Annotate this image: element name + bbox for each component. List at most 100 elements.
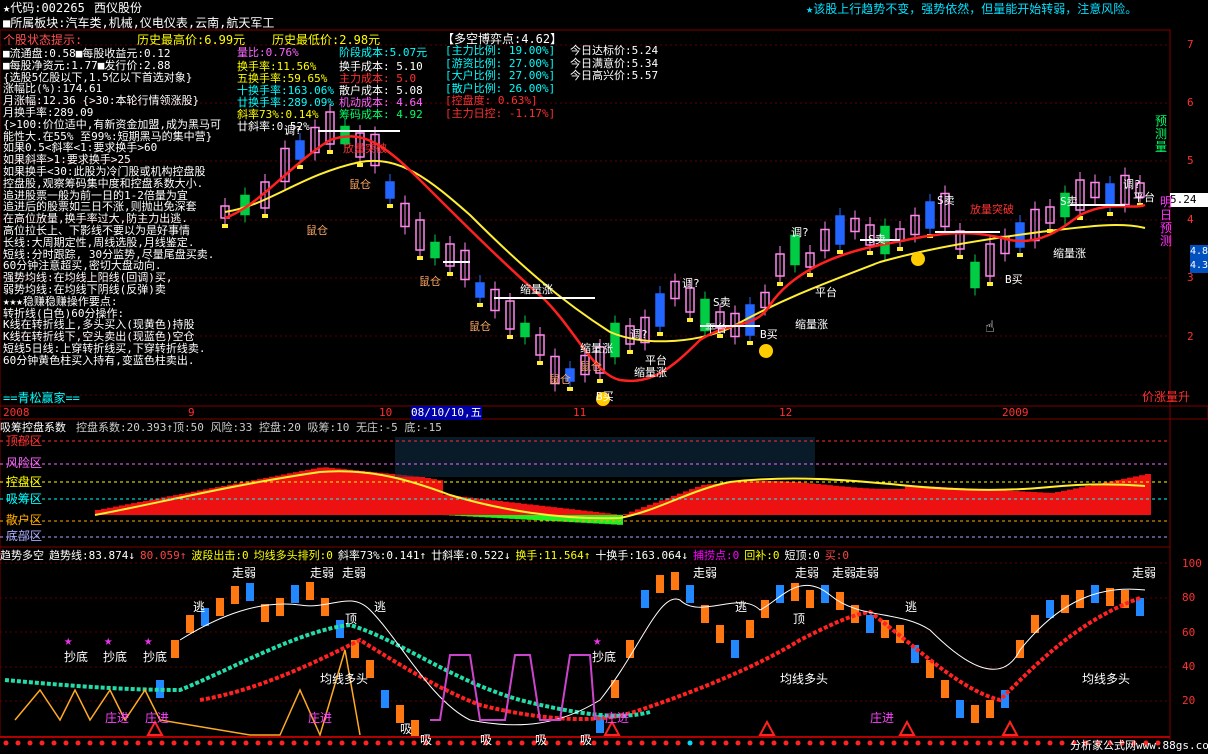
red-bar	[1031, 491, 1037, 515]
bottom-dot	[231, 740, 237, 746]
yellow-marker	[957, 255, 963, 259]
red-bar	[851, 487, 857, 515]
red-bar	[1067, 489, 1073, 515]
red-ma-line	[224, 135, 1146, 383]
info-line: {>100:价位适中,有新资金加盟,成为黑马可	[3, 117, 221, 131]
bottom-dot	[1047, 740, 1053, 746]
bottom-dot	[1011, 740, 1017, 746]
ratio-rows: [主力比例: 19.00%] [游资比例: 27.00%] [大户比例: 27.00…	[445, 44, 555, 120]
bottom-dot	[15, 740, 21, 746]
svg-text:★: ★	[64, 633, 73, 649]
red-bar	[839, 486, 845, 515]
panel3-y-tick: 60	[1182, 626, 1196, 639]
signal-label: 吸	[480, 733, 493, 747]
red-bar	[767, 481, 773, 515]
red-bar	[845, 486, 851, 515]
kline-annotation: 平台	[1133, 191, 1155, 204]
kline-annotation: 鼠仓	[549, 373, 571, 386]
red-bar	[599, 512, 605, 515]
red-bar	[917, 485, 923, 515]
red-bar	[1127, 477, 1133, 515]
green-bar	[533, 515, 539, 521]
red-bar	[575, 509, 581, 515]
trend-bar	[231, 586, 239, 604]
bottom-dot	[303, 740, 309, 746]
red-bar	[545, 506, 551, 515]
red-bar	[737, 481, 743, 515]
bottom-dot	[363, 740, 369, 746]
indicator-item: 趋势线:83.874↓	[49, 549, 135, 562]
candle-body	[1105, 183, 1115, 207]
red-bar	[995, 490, 1001, 515]
red-bar	[149, 499, 155, 515]
bottom-dot	[963, 740, 969, 746]
red-bar	[515, 503, 521, 515]
bottom-dot	[387, 740, 393, 746]
yellow-marker	[777, 282, 783, 286]
red-bar	[941, 487, 947, 515]
signal-label: 逃	[374, 600, 387, 614]
red-bar	[929, 486, 935, 515]
kline-annotation: 平台	[815, 286, 837, 299]
green-bar	[521, 515, 527, 520]
kline-annotation: 调?	[630, 328, 648, 341]
predict-volume: 预测量	[1155, 114, 1168, 154]
signal-label: 逃	[193, 600, 206, 614]
signal-label: 庄进	[105, 711, 130, 725]
red-bar	[1055, 492, 1061, 515]
bottom-dot	[927, 740, 933, 746]
signal-label: 抄底	[64, 650, 89, 664]
red-bar	[359, 470, 365, 515]
candle-body	[970, 261, 980, 289]
kline-annotation: 鼠仓	[419, 275, 441, 288]
red-bar	[1139, 475, 1145, 515]
bottom-dot	[699, 740, 705, 746]
trend-bar	[836, 592, 844, 610]
trend-bar	[671, 572, 679, 590]
green-bar	[611, 515, 617, 525]
x-tick-label: 2008	[3, 406, 30, 419]
red-bar	[983, 489, 989, 515]
trend-bar	[171, 640, 179, 658]
indicator-item: 斜率73%:0.141↑	[337, 549, 427, 562]
red-bar	[1109, 481, 1115, 515]
info-line: ★★★稳赚稳赚操作要点:	[3, 294, 118, 308]
panel3-y-tick: 20	[1182, 694, 1196, 707]
indicator-item: 趋势多空	[0, 549, 44, 562]
red-bar	[965, 488, 971, 515]
y-tick-label: 6	[1187, 96, 1194, 109]
bottom-dot	[267, 740, 273, 746]
panel3-y-tick: 40	[1182, 660, 1196, 673]
red-bar	[791, 481, 797, 515]
svg-text:★: ★	[104, 633, 113, 649]
price-tag-3: 4.3	[1190, 259, 1208, 273]
red-bar	[551, 507, 557, 515]
bottom-dot	[687, 740, 693, 746]
y-tick-label: 4	[1187, 213, 1194, 226]
red-bar	[371, 472, 377, 515]
bottom-dot	[147, 740, 153, 746]
red-bar	[665, 498, 671, 515]
bottom-dot	[867, 740, 873, 746]
signal-label: 抄底	[592, 650, 617, 664]
bottom-dot	[63, 740, 69, 746]
trend-bar	[411, 720, 419, 738]
svg-text:★: ★	[593, 633, 602, 649]
red-bar	[659, 500, 665, 515]
green-bar	[461, 515, 467, 517]
y-tick-label: 2	[1187, 330, 1194, 343]
bottom-dot	[243, 740, 249, 746]
yellow-marker	[357, 163, 363, 167]
trend-bar	[641, 590, 649, 608]
candle-body	[520, 322, 530, 338]
yellow-marker	[1017, 253, 1023, 257]
bottom-dot	[159, 740, 165, 746]
price-volume-up: 价涨量升	[1142, 390, 1191, 404]
bottom-dot	[1035, 740, 1041, 746]
bottom-dot	[339, 740, 345, 746]
bottom-dot	[999, 740, 1005, 746]
red-bar	[935, 486, 941, 515]
red-bar	[827, 485, 833, 515]
trend-bar	[261, 604, 269, 622]
red-bar	[557, 507, 563, 515]
